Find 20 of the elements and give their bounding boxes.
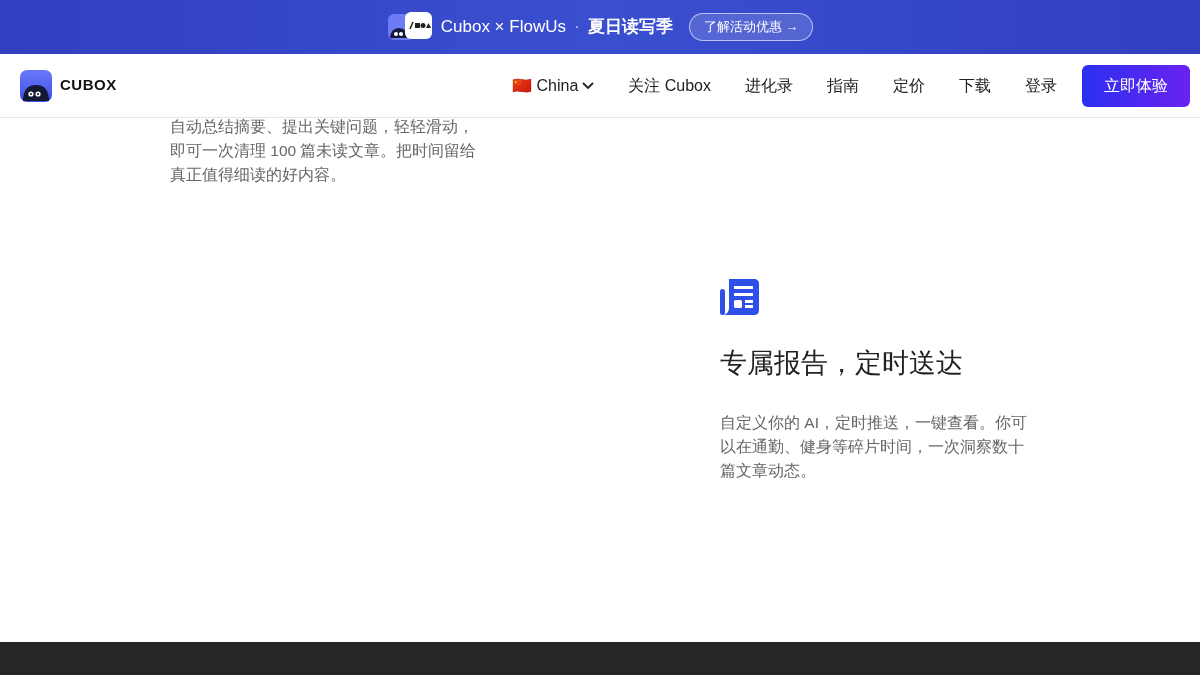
banner-title: Cubox × FlowUs xyxy=(440,16,566,39)
brand-name: CUBOX xyxy=(60,75,117,96)
cubox-logo-icon xyxy=(20,69,52,102)
nav-link[interactable]: 下载 xyxy=(942,73,1008,98)
feature-title: 专属报告，定时送达 xyxy=(720,347,964,380)
nav-link[interactable]: 进化录 xyxy=(728,73,810,98)
feature-text: 自定义你的 AI，定时推送，一键查看。你可以在通勤、健身等碎片时间，一次洞察数十篇文章动态。 xyxy=(720,413,1028,482)
nav-link[interactable]: 关注 Cubox xyxy=(611,73,728,98)
language-selector[interactable]: 🇨🇳 China xyxy=(495,73,612,98)
newspaper-icon xyxy=(720,278,760,316)
nav-link[interactable]: 登录 xyxy=(1008,73,1074,98)
feature-text: 自动总结摘要、提出关键问题，轻轻滑动，即可一次清理 100 篇未读文章。把时间留给真正值得细读的好内容。 xyxy=(170,117,478,186)
cubox-logo-icon xyxy=(386,12,433,42)
nav-link[interactable]: 指南 xyxy=(810,73,876,98)
separator-dot: · xyxy=(573,16,580,39)
nav-link[interactable]: 定价 xyxy=(876,73,942,98)
chevron-down-icon xyxy=(582,81,595,90)
promo-button[interactable]: 了解活动优惠 → xyxy=(688,13,814,41)
banner-subtitle: 夏日读写季 xyxy=(587,16,673,39)
try-now-button[interactable]: 立即体验 xyxy=(1082,64,1190,107)
